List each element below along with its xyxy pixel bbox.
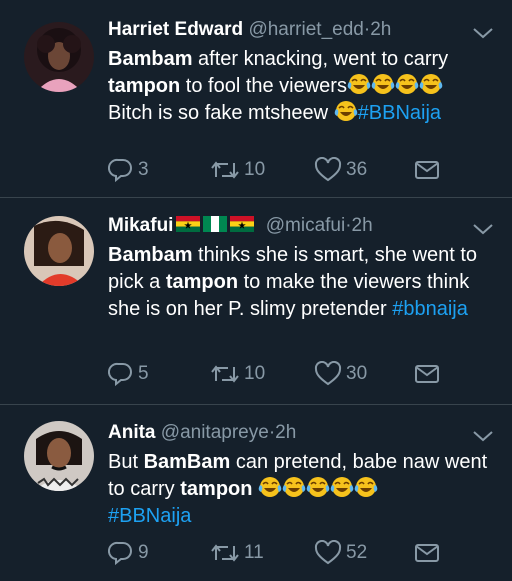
timestamp[interactable]: 2h xyxy=(275,422,296,443)
bold-text: tampon xyxy=(165,271,239,293)
retweet-count: 10 xyxy=(244,363,266,384)
like-count: 36 xyxy=(346,159,368,180)
reply-count: 5 xyxy=(138,363,149,384)
laughing-tears-emoji-icon xyxy=(394,73,419,95)
share-icon xyxy=(415,365,439,383)
reply-button[interactable]: 5 xyxy=(108,360,149,388)
username[interactable]: @micafui xyxy=(266,215,345,236)
laughing-tears-emoji-icon xyxy=(354,476,379,498)
laughing-tears-emoji-icon xyxy=(330,476,355,498)
tweet-3[interactable]: Anita @anitapreye·2h But BamBam can pret… xyxy=(0,405,512,581)
avatar[interactable] xyxy=(24,421,94,491)
share-icon xyxy=(415,544,439,562)
hashtag-link[interactable]: #bbnaija xyxy=(392,298,468,320)
retweet-button[interactable]: 11 xyxy=(210,539,264,567)
ghana-flag-icon xyxy=(230,216,255,232)
nigeria-flag-icon xyxy=(203,216,228,232)
display-name[interactable]: Mikafui xyxy=(108,215,173,236)
username[interactable]: @harriet_edd xyxy=(248,19,363,40)
laughing-tears-emoji-icon xyxy=(346,73,371,95)
share-icon xyxy=(415,161,439,179)
retweet-icon xyxy=(211,365,239,383)
retweet-icon xyxy=(211,544,239,562)
laughing-tears-emoji-icon xyxy=(418,73,443,95)
chevron-down-icon[interactable] xyxy=(472,429,494,443)
retweet-count: 11 xyxy=(244,542,264,563)
tweet-header: Harriet Edward @harriet_edd·2h xyxy=(108,16,494,44)
retweet-count: 10 xyxy=(244,159,266,180)
chevron-down-icon[interactable] xyxy=(472,222,494,236)
tweet-text: But BamBam can pretend, babe naw went to… xyxy=(108,449,494,530)
reply-icon xyxy=(108,362,132,387)
tweet-text: Bambam thinks she is smart, she went to … xyxy=(108,242,494,323)
share-button[interactable] xyxy=(414,360,440,388)
laughing-tears-emoji-icon xyxy=(370,73,395,95)
reply-button[interactable]: 9 xyxy=(108,539,149,567)
retweet-button[interactable]: 10 xyxy=(210,156,265,184)
like-button[interactable]: 36 xyxy=(314,156,367,184)
tweet-text: Bambam after knacking, went to carry tam… xyxy=(108,46,494,127)
share-button[interactable] xyxy=(414,156,440,184)
reply-count: 9 xyxy=(138,542,149,563)
laughing-tears-emoji-icon xyxy=(306,476,331,498)
retweet-icon xyxy=(211,161,239,179)
timestamp[interactable]: 2h xyxy=(352,215,373,236)
avatar[interactable] xyxy=(24,216,94,286)
share-button[interactable] xyxy=(414,539,440,567)
tweet-actions: 5 10 30 xyxy=(108,360,482,388)
chevron-down-icon[interactable] xyxy=(472,26,494,40)
hashtag-link[interactable]: #BBNaija xyxy=(108,505,191,527)
heart-icon xyxy=(314,157,342,182)
bold-text: Bambam xyxy=(108,244,193,266)
display-name[interactable]: Harriet Edward xyxy=(108,19,243,40)
avatar[interactable] xyxy=(24,22,94,92)
ghana-flag-icon xyxy=(176,216,201,232)
reply-button[interactable]: 3 xyxy=(108,156,149,184)
tweet-2[interactable]: Mikafui @micafui·2h Bambam thinks she is… xyxy=(0,198,512,405)
reply-icon xyxy=(108,541,132,566)
tweet-actions: 3 10 36 xyxy=(108,156,482,184)
retweet-button[interactable]: 10 xyxy=(210,360,265,388)
tweet-1[interactable]: Harriet Edward @harriet_edd·2h Bambam af… xyxy=(0,0,512,198)
bold-text: Bambam xyxy=(108,48,193,70)
laughing-tears-emoji-icon xyxy=(333,100,358,122)
tweet-header: Anita @anitapreye·2h xyxy=(108,419,494,447)
text-segment: Bitch is so fake mtsheew xyxy=(108,102,334,124)
hashtag-link[interactable]: #BBNaija xyxy=(358,102,441,124)
like-count: 30 xyxy=(346,363,368,384)
text-segment: But xyxy=(108,451,144,473)
laughing-tears-emoji-icon xyxy=(258,476,283,498)
text-segment: to fool the viewers xyxy=(180,75,347,97)
bold-text: BamBam xyxy=(143,451,231,473)
reply-icon xyxy=(108,158,132,183)
bold-text: tampon xyxy=(180,478,253,500)
bold-text: tampon xyxy=(108,75,181,97)
tweet-header: Mikafui @micafui·2h xyxy=(108,212,494,240)
display-name[interactable]: Anita xyxy=(108,422,156,443)
like-button[interactable]: 52 xyxy=(314,539,367,567)
heart-icon xyxy=(314,540,342,565)
heart-icon xyxy=(314,361,342,386)
reply-count: 3 xyxy=(138,159,149,180)
timestamp[interactable]: 2h xyxy=(370,19,391,40)
like-count: 52 xyxy=(346,542,368,563)
text-segment: after knacking, went to carry xyxy=(192,48,449,70)
laughing-tears-emoji-icon xyxy=(282,476,307,498)
username[interactable]: @anitapreye xyxy=(161,422,269,443)
tweet-actions: 9 11 52 xyxy=(108,539,482,567)
like-button[interactable]: 30 xyxy=(314,360,367,388)
